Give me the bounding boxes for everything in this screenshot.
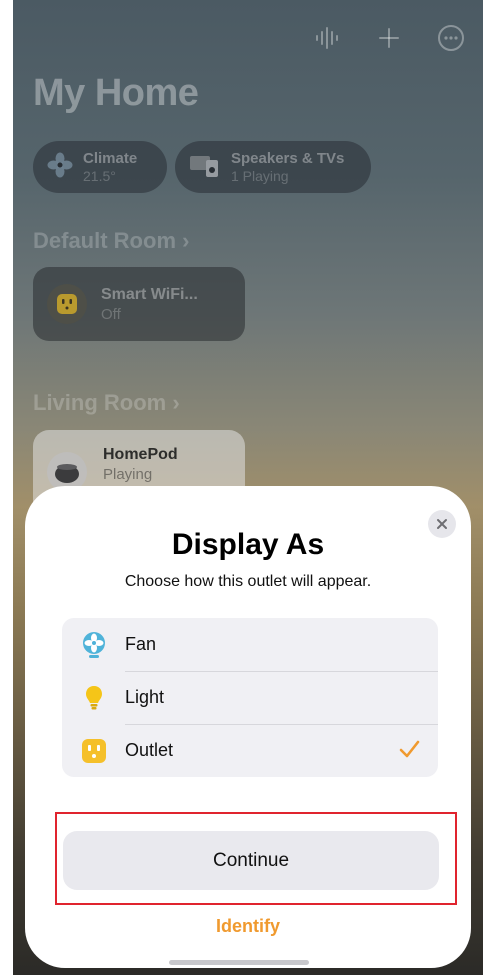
top-toolbar xyxy=(311,22,467,54)
continue-button[interactable]: Continue xyxy=(63,831,439,890)
speakers-chip-title: Speakers & TVs xyxy=(231,150,345,167)
accessory-status: Off xyxy=(101,305,121,323)
fan-icon xyxy=(47,152,73,183)
option-label: Outlet xyxy=(125,740,174,760)
more-icon[interactable] xyxy=(435,22,467,54)
chevron-right-icon: › xyxy=(172,390,180,415)
outlet-icon xyxy=(80,737,108,765)
option-label: Light xyxy=(125,687,165,707)
accessory-name: Smart WiFi... xyxy=(101,285,198,303)
speakers-chip-subtitle: 1 Playing xyxy=(231,168,289,184)
display-options-list: Fan Light Outlet xyxy=(62,618,438,777)
climate-chip[interactable]: Climate 21.5° xyxy=(33,141,167,193)
identify-link[interactable]: Identify xyxy=(25,916,471,937)
waveform-icon[interactable] xyxy=(311,22,343,54)
room-name: Living Room xyxy=(33,390,167,415)
chevron-right-icon: › xyxy=(182,228,190,253)
lightbulb-icon xyxy=(80,684,108,712)
outlet-icon xyxy=(47,284,87,324)
room-title-default[interactable]: Default Room › xyxy=(33,228,189,254)
speakers-chip[interactable]: Speakers & TVs 1 Playing xyxy=(175,141,371,193)
plus-icon[interactable] xyxy=(373,22,405,54)
option-fan[interactable]: Fan xyxy=(62,618,438,671)
home-indicator[interactable] xyxy=(169,960,309,965)
sheet-subtitle: Choose how this outlet will appear. xyxy=(124,573,372,590)
accessory-status: Playing xyxy=(103,466,153,483)
climate-chip-subtitle: 21.5° xyxy=(83,168,116,184)
option-label: Fan xyxy=(125,634,157,654)
device-screen: My Home Climate 21.5° Speakers & TVs 1 P… xyxy=(13,0,483,975)
accessory-tile-smart-plug[interactable]: Smart WiFi... Off xyxy=(33,267,245,341)
speaker-icon xyxy=(189,152,221,183)
option-outlet[interactable]: Outlet xyxy=(62,724,438,777)
fan-icon xyxy=(80,631,108,659)
climate-chip-title: Climate xyxy=(83,150,138,167)
room-title-living[interactable]: Living Room › xyxy=(33,390,180,416)
home-title: My Home xyxy=(33,72,199,114)
sheet-title: Display As xyxy=(171,528,325,561)
accessory-name: HomePod xyxy=(103,446,178,463)
room-name: Default Room xyxy=(33,228,176,253)
option-light[interactable]: Light xyxy=(62,671,438,724)
checkmark-icon xyxy=(398,738,420,765)
